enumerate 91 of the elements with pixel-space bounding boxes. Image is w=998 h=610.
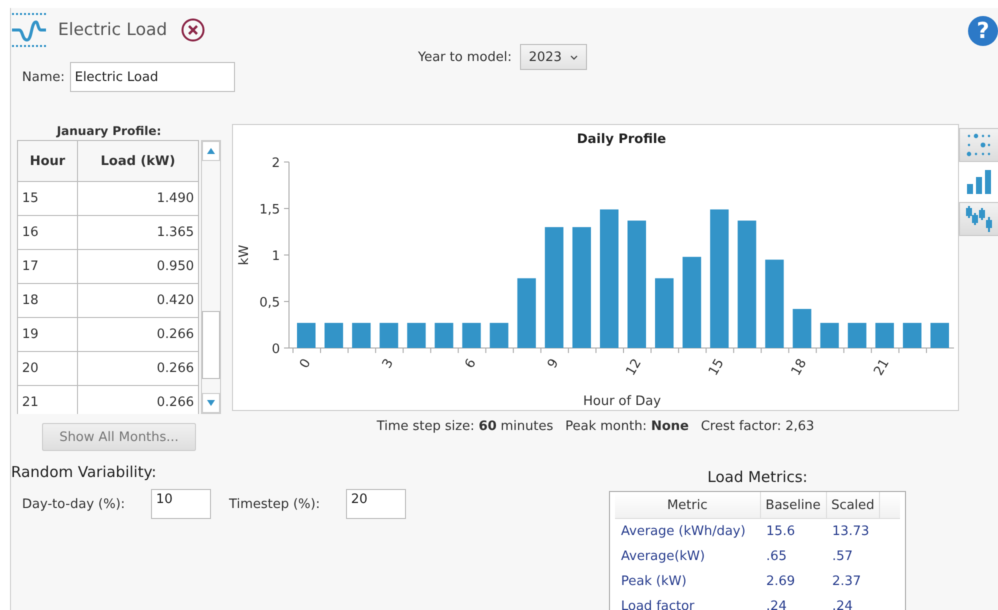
load-profile-icon <box>11 12 47 48</box>
help-button[interactable]: ? <box>968 16 998 46</box>
table-cell: 21 <box>18 386 78 414</box>
chart-title: Daily Profile <box>576 132 666 147</box>
bar <box>297 322 316 348</box>
y-tick-label: 1,5 <box>259 202 280 218</box>
chart-type-tab[interactable] <box>959 202 998 236</box>
y-tick-label: 0 <box>272 342 280 357</box>
table-cell: 0.950 <box>77 250 198 284</box>
table-cell: 19 <box>18 318 78 352</box>
bar <box>352 322 371 348</box>
section-title: Load Metrics: <box>707 468 808 486</box>
x-tick-label: 3 <box>380 356 397 372</box>
table-cell: 15.6 <box>760 518 826 544</box>
bar <box>517 278 536 348</box>
table-cell-text: 2.69 <box>765 573 796 591</box>
close-icon[interactable] <box>181 18 206 42</box>
table-cell-text: 2.37 <box>831 573 862 591</box>
x-tick-label: 6 <box>462 356 480 372</box>
percent-field[interactable]: 10 <box>151 489 212 519</box>
table-cell-text: Peak (kW) <box>620 573 688 591</box>
show-all-months-button[interactable]: Show All Months... <box>42 423 196 451</box>
bar <box>820 322 839 348</box>
bar <box>655 278 674 348</box>
table-cell: 1.365 <box>77 216 198 250</box>
x-tick-label: 15 <box>706 356 728 378</box>
bar <box>902 322 922 348</box>
x-tick-label: 9 <box>544 356 562 372</box>
table-cell-text: .57 <box>831 548 854 566</box>
scatter-plot-icon <box>965 133 993 157</box>
table-cell: 0.266 <box>77 352 198 386</box>
bar <box>490 322 508 348</box>
bar <box>324 322 344 348</box>
scroll-down-icon[interactable] <box>207 400 215 406</box>
y-tick-label: 2 <box>272 156 280 171</box>
bar <box>792 308 812 348</box>
scroll-thumb[interactable] <box>202 311 220 379</box>
column-header: Metric <box>615 492 760 518</box>
name-label: Name: <box>22 70 65 84</box>
table-cell-text: .24 <box>765 598 788 610</box>
bar <box>930 322 949 348</box>
column-header: Hour <box>18 140 78 182</box>
table-cell: 0.266 <box>77 318 198 352</box>
field-label: Timestep (%): <box>229 496 320 512</box>
bar <box>462 322 481 348</box>
table-cell-text: .65 <box>765 548 788 566</box>
bar-chart-icon <box>966 169 992 195</box>
bar <box>434 322 454 348</box>
chart-type-tab[interactable] <box>959 128 998 162</box>
panel-title: Electric Load <box>58 20 168 40</box>
x-tick-label: 0 <box>297 356 314 372</box>
field-label: Day-to-day (%): <box>22 496 126 512</box>
bar <box>848 322 866 348</box>
year-label: Year to model: <box>418 50 512 64</box>
table-cell: 20 <box>18 352 78 386</box>
box-plot-icon <box>965 205 993 233</box>
table-cell-text: Average(kW) <box>620 548 706 566</box>
scroll-up-icon[interactable] <box>207 148 215 154</box>
crest-factor-text: Crest factor: 2,63 <box>700 419 814 434</box>
table-cell: 17 <box>18 250 78 284</box>
caret-icon <box>570 54 578 60</box>
column-header: Scaled <box>826 492 880 518</box>
summary-text: Peak month: None <box>565 419 689 434</box>
y-tick-label: 0,5 <box>259 296 280 310</box>
table-cell: 13.73 <box>826 518 880 544</box>
scrollbar[interactable] <box>201 140 221 414</box>
table-cell-text: .24 <box>831 598 854 610</box>
year-dropdown[interactable]: 2023 <box>520 44 587 70</box>
name-field[interactable]: Electric Load <box>70 62 235 92</box>
table-cell: Average (kWh/day) <box>615 518 760 544</box>
y-tick-label: 1 <box>272 249 280 264</box>
table-cell-text: Load factor <box>620 598 696 610</box>
table-cell: 15 <box>18 182 78 216</box>
bar <box>875 322 894 348</box>
y-axis-label: kW <box>237 244 252 266</box>
column-header: Baseline <box>760 492 826 518</box>
x-tick-label: 21 <box>871 356 893 378</box>
x-axis-label: Hour of Day <box>583 394 661 409</box>
x-tick-label: 12 <box>623 356 645 378</box>
table-cell: 18 <box>18 284 78 318</box>
table-cell: 1.490 <box>77 182 198 216</box>
column-header: Load (kW) <box>77 140 198 182</box>
section-title: Random Variability: <box>11 463 158 481</box>
bar <box>407 322 426 348</box>
profile-title: January Profile: <box>56 124 162 138</box>
table-cell: 0.420 <box>77 284 198 318</box>
x-tick-label: 18 <box>788 356 810 378</box>
bar <box>380 322 398 348</box>
summary-text: Time step size: 60 minutes <box>376 419 554 434</box>
table-cell: 16 <box>18 216 78 250</box>
percent-field[interactable]: 20 <box>346 489 406 519</box>
